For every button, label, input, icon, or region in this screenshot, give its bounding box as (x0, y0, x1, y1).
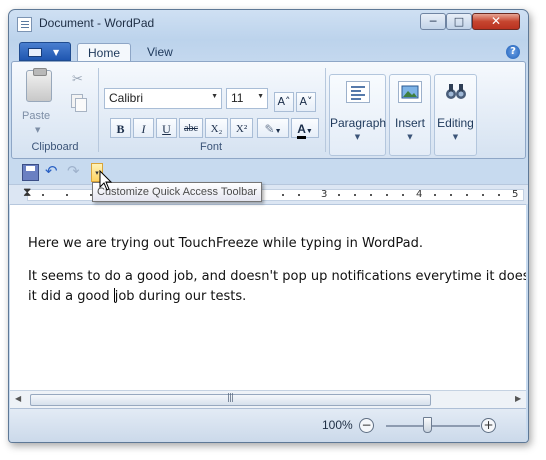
copy-icon[interactable] (71, 94, 87, 112)
zoom-level: 100% (322, 418, 353, 432)
document-text: it did a good (28, 289, 114, 304)
chevron-down-icon: ▼ (407, 133, 413, 141)
horizontal-scrollbar[interactable]: ◀ ||| ▶ (10, 390, 526, 408)
highlight-button[interactable]: ✎▼ (257, 118, 289, 138)
text-color-button[interactable]: A▼ (291, 118, 319, 139)
save-icon[interactable] (22, 164, 39, 181)
quick-access-toolbar: ↶ ↷ ▾ (9, 160, 528, 184)
close-button[interactable]: ✕ (472, 13, 520, 30)
strikethrough-button[interactable]: abc (179, 118, 203, 138)
zoom-out-button[interactable]: − (359, 418, 374, 433)
window-title: Document - WordPad (39, 16, 155, 30)
document-icon (28, 48, 42, 57)
ruler-number: 5 (512, 189, 519, 200)
paragraph-label: Paragraph (330, 116, 387, 130)
ruler: 3 4 5 ⧗ (9, 184, 528, 204)
font-group-label: Font (199, 141, 222, 153)
text-color-icon: A (297, 122, 306, 139)
tab-home[interactable]: Home (77, 43, 132, 62)
bold-button[interactable]: B (110, 118, 131, 138)
document-area[interactable]: Here we are trying out TouchFreeze while… (10, 204, 526, 390)
insert-label: Insert (394, 116, 425, 130)
grow-font-button[interactable]: A˄ (274, 92, 294, 112)
status-bar: 100% − + (10, 408, 526, 442)
minimize-button[interactable]: ─ (420, 13, 446, 30)
ruler-number: 3 (321, 189, 328, 200)
group-divider (325, 68, 326, 152)
font-size-value: 11 (231, 91, 244, 105)
zoom-slider-thumb[interactable] (423, 417, 432, 433)
scroll-left-icon[interactable]: ◀ (15, 394, 21, 403)
document-line-3: it did a good job during our tests. (28, 287, 246, 307)
paste-button-label[interactable]: Paste (22, 110, 50, 122)
chevron-down-icon: ▼ (354, 133, 361, 141)
grip-icon: ||| (227, 393, 234, 403)
underline-button[interactable]: U (156, 118, 177, 138)
maximize-icon: □ (453, 15, 465, 28)
document-line-2: It seems to do a good job, and doesn't p… (28, 269, 526, 284)
document-line-1: Here we are trying out TouchFreeze while… (28, 236, 424, 251)
font-size-select[interactable]: 11 ▼ (226, 88, 268, 109)
editing-label: Editing (437, 116, 474, 130)
maximize-button[interactable]: □ (446, 13, 472, 30)
scissors-icon[interactable]: ✂ (72, 72, 83, 87)
subscript-button[interactable]: X₂ (205, 118, 228, 138)
chevron-down-icon: ▼ (211, 93, 218, 100)
undo-icon[interactable]: ↶ (45, 164, 62, 181)
chevron-down-icon: ▼ (257, 93, 264, 100)
paragraph-group-button[interactable]: Paragraph ▼ (329, 74, 386, 156)
document-text: job during our tests. (114, 289, 247, 304)
wordpad-window: Document - WordPad ─ □ ✕ ▼ Home View ? P… (8, 9, 529, 443)
close-icon: ✕ (490, 14, 502, 28)
title-bar[interactable]: Document - WordPad ─ □ ✕ (9, 10, 528, 38)
wordpad-app-icon[interactable] (17, 17, 32, 32)
scroll-right-icon[interactable]: ▶ (515, 394, 521, 403)
minimize-icon: ─ (429, 15, 437, 28)
group-divider (98, 68, 99, 152)
superscript-button[interactable]: X² (230, 118, 253, 138)
insert-group-button[interactable]: Insert ▼ (389, 74, 431, 156)
binoculars-icon (444, 81, 468, 103)
highlighter-icon: ✎ (264, 122, 275, 136)
clipboard-group-label: Clipboard (31, 141, 79, 153)
chevron-down-icon: ▼ (305, 127, 313, 135)
chevron-down-icon: ▼ (452, 133, 459, 141)
customize-tooltip: Customize Quick Access Toolbar (92, 182, 262, 202)
paragraph-icon (346, 81, 370, 103)
indent-marker-icon[interactable]: ⧗ (23, 185, 31, 200)
chevron-down-icon: ▼ (274, 127, 282, 135)
application-menu-button[interactable]: ▼ (19, 42, 71, 61)
ribbon-home: Paste ▼ ✂ Clipboard Calibri ▼ 11 ▼ A˄ A˅… (11, 61, 526, 159)
help-icon[interactable]: ? (506, 45, 520, 59)
zoom-in-button[interactable]: + (481, 418, 496, 433)
clipboard-group: Paste ▼ ✂ Clipboard (14, 66, 96, 154)
mouse-pointer-icon (99, 170, 113, 191)
ruler-number: 4 (416, 189, 423, 200)
redo-icon[interactable]: ↷ (67, 164, 84, 181)
italic-button[interactable]: I (133, 118, 154, 138)
font-family-select[interactable]: Calibri ▼ (104, 88, 222, 109)
ribbon-tabs: ▼ Home View ? (9, 40, 528, 62)
editing-group-button[interactable]: Editing ▼ (434, 74, 477, 156)
picture-icon (398, 81, 422, 103)
paste-chevron-down-icon[interactable]: ▼ (35, 126, 40, 134)
font-family-value: Calibri (109, 91, 144, 105)
scroll-thumb[interactable]: ||| (30, 393, 431, 406)
zoom-slider[interactable] (386, 425, 480, 427)
tab-view[interactable]: View (137, 43, 183, 62)
font-group: Calibri ▼ 11 ▼ A˄ A˅ B I U abc X₂ X² ✎▼ … (100, 66, 322, 154)
shrink-font-button[interactable]: A˅ (296, 92, 316, 112)
chevron-down-icon: ▼ (53, 48, 60, 57)
paste-icon[interactable] (26, 68, 52, 102)
